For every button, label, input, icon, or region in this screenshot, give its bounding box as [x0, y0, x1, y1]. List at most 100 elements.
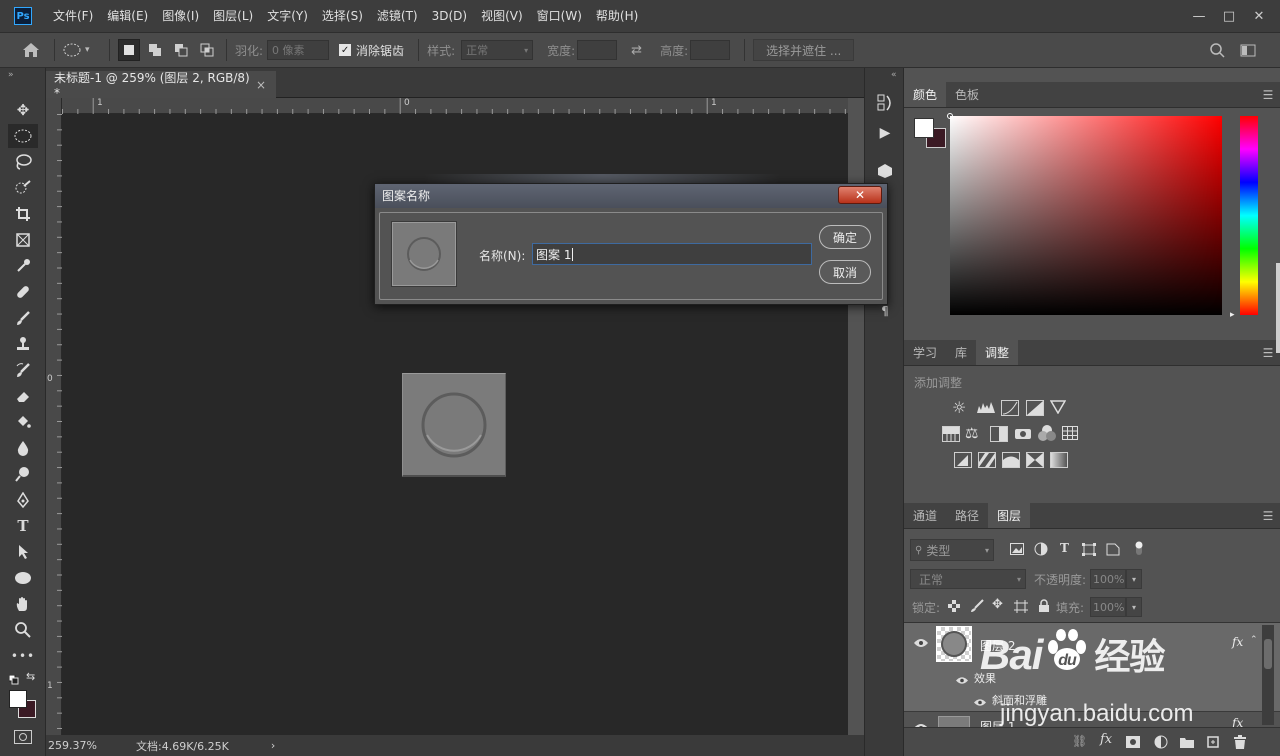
swap-width-height-icon[interactable]: ⇄ [631, 43, 642, 58]
pen-tool-icon[interactable] [8, 488, 38, 512]
threshold-icon[interactable] [1002, 452, 1020, 468]
eyedropper-tool-icon[interactable] [8, 254, 38, 278]
tab-libraries[interactable]: 库 [946, 340, 976, 365]
hue-slider[interactable] [1240, 116, 1258, 315]
layer-thumbnail[interactable] [936, 626, 972, 662]
tab-layers[interactable]: 图层 [988, 503, 1031, 528]
add-layer-style-icon[interactable]: fx [1100, 732, 1112, 747]
healing-brush-tool-icon[interactable] [8, 280, 38, 304]
status-menu-arrow[interactable]: › [271, 739, 275, 752]
curves-icon[interactable] [1001, 400, 1019, 416]
search-icon[interactable] [1206, 42, 1228, 58]
filter-toggle-icon[interactable] [1134, 539, 1144, 560]
maximize-button[interactable]: □ [1214, 6, 1244, 26]
vibrance-icon[interactable] [1049, 400, 1067, 417]
quick-mask-icon[interactable] [14, 730, 32, 744]
intersect-selection-icon[interactable] [196, 39, 218, 61]
frame-tool-icon[interactable] [8, 228, 38, 252]
levels-icon[interactable] [976, 400, 996, 417]
document-tab[interactable]: 未标题-1 @ 259% (图层 2, RGB/8) * × [46, 71, 276, 100]
exposure-icon[interactable] [1026, 400, 1044, 416]
channel-mixer-icon[interactable] [1038, 424, 1056, 445]
selective-color-icon[interactable] [1026, 452, 1044, 468]
zoom-tool-icon[interactable] [8, 618, 38, 642]
toolbox-collapse-icon[interactable]: » [8, 70, 14, 80]
black-white-icon[interactable] [990, 426, 1008, 442]
menu-item[interactable]: 视图(V) [474, 0, 530, 32]
new-group-icon[interactable] [1180, 736, 1194, 751]
select-and-mask-button[interactable]: 选择并遮住 ... [753, 39, 855, 61]
width-input[interactable] [577, 40, 618, 60]
fill-input[interactable]: 100% [1090, 597, 1126, 617]
photo-filter-icon[interactable] [1014, 426, 1032, 443]
layers-scrollbar[interactable] [1262, 625, 1274, 725]
panel-menu-icon[interactable]: ☰ [1256, 503, 1280, 528]
posterize-icon[interactable] [978, 452, 996, 468]
history-brush-tool-icon[interactable] [8, 358, 38, 382]
color-lookup-icon[interactable] [1062, 426, 1078, 443]
workspace-icon[interactable] [1236, 44, 1260, 57]
menu-item[interactable]: 滤镜(T) [370, 0, 425, 32]
menu-item[interactable]: 文件(F) [46, 0, 100, 32]
hue-saturation-icon[interactable] [942, 426, 960, 442]
height-input[interactable] [690, 40, 731, 60]
menu-item[interactable]: 图层(L) [206, 0, 260, 32]
opacity-input[interactable]: 100% [1090, 569, 1126, 589]
filter-type-icon[interactable]: T [1060, 541, 1069, 555]
actions-play-icon[interactable]: ▶ [873, 122, 897, 144]
crop-tool-icon[interactable] [8, 202, 38, 226]
eraser-tool-icon[interactable] [8, 384, 38, 408]
style-select[interactable]: 正常 ▾ [461, 40, 534, 60]
close-tab-icon[interactable]: × [256, 78, 266, 92]
path-selection-tool-icon[interactable] [8, 540, 38, 564]
effects-expand-icon[interactable]: ⌃ [1250, 635, 1258, 645]
blur-tool-icon[interactable] [8, 436, 38, 460]
filter-shape-icon[interactable] [1082, 543, 1096, 559]
color-field[interactable] [950, 116, 1222, 315]
close-window-button[interactable]: ✕ [1244, 6, 1274, 26]
default-colors-icon[interactable] [8, 674, 19, 685]
menu-item[interactable]: 编辑(E) [100, 0, 155, 32]
lock-pixels-icon[interactable] [970, 599, 984, 616]
clone-stamp-tool-icon[interactable] [8, 332, 38, 356]
color-balance-icon[interactable]: ⚖ [965, 424, 978, 442]
quick-selection-tool-icon[interactable] [8, 176, 38, 200]
dodge-tool-icon[interactable] [8, 462, 38, 486]
opacity-dropdown-icon[interactable]: ▾ [1126, 569, 1142, 589]
menu-item[interactable]: 文字(Y) [260, 0, 315, 32]
menu-item[interactable]: 帮助(H) [589, 0, 645, 32]
brightness-contrast-icon[interactable]: ☼ [952, 398, 966, 417]
dialog-close-button[interactable]: ✕ [838, 186, 882, 204]
new-adjustment-layer-icon[interactable] [1154, 735, 1168, 752]
filter-smart-object-icon[interactable] [1106, 543, 1120, 559]
antialias-checkbox[interactable]: ✓ [339, 44, 352, 56]
menu-item[interactable]: 窗口(W) [530, 0, 589, 32]
visibility-eye-icon[interactable] [914, 637, 928, 651]
hue-slider-marker[interactable]: ▸ [1230, 310, 1235, 320]
foreground-color-swatch[interactable] [9, 690, 27, 708]
brush-tool-icon[interactable] [8, 306, 38, 330]
add-mask-icon[interactable] [1126, 736, 1140, 748]
link-layers-icon[interactable]: ⛓ [1072, 734, 1087, 748]
gradient-map-icon[interactable] [1050, 452, 1068, 468]
panel-menu-icon[interactable]: ☰ [1256, 82, 1280, 107]
minimize-button[interactable]: — [1184, 6, 1214, 26]
pattern-name-input[interactable]: 图案 1 [532, 243, 812, 265]
feather-input[interactable]: 0 像素 [267, 40, 330, 60]
tab-learn[interactable]: 学习 [904, 340, 946, 365]
tab-channels[interactable]: 通道 [904, 503, 946, 528]
layer-filter-select[interactable]: ⚲ 类型 ▾ [910, 539, 994, 561]
elliptical-marquee-preset-icon[interactable]: ▾ [63, 43, 101, 57]
3d-panel-icon[interactable] [873, 160, 897, 182]
lasso-tool-icon[interactable] [8, 150, 38, 174]
fill-dropdown-icon[interactable]: ▾ [1126, 597, 1142, 617]
tab-color[interactable]: 颜色 [904, 82, 947, 107]
menu-item[interactable]: 3D(D) [425, 0, 474, 32]
tab-paths[interactable]: 路径 [946, 503, 988, 528]
zoom-level[interactable]: 259.37% [48, 739, 136, 752]
invert-icon[interactable] [954, 452, 972, 468]
menu-item[interactable]: 选择(S) [315, 0, 370, 32]
paint-bucket-tool-icon[interactable] [8, 410, 38, 434]
visibility-eye-icon[interactable] [956, 674, 968, 688]
tab-adjustments[interactable]: 调整 [976, 340, 1019, 365]
